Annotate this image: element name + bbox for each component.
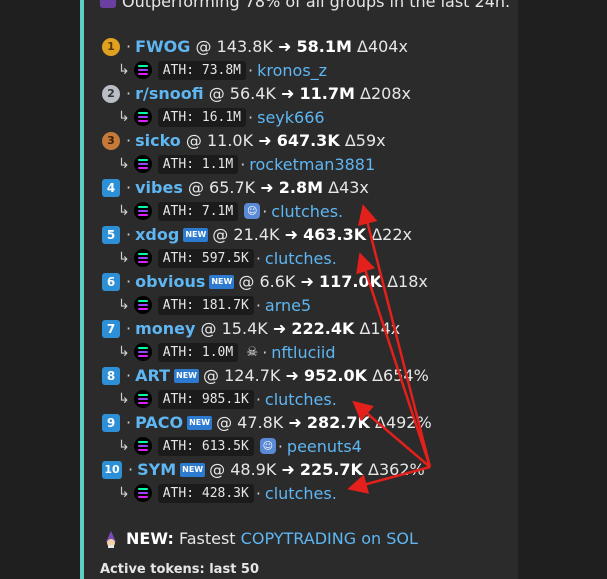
arrow-line (347, 465, 431, 494)
annotation-arrows (347, 204, 432, 494)
arrow-line (356, 252, 432, 468)
arrow-line (358, 204, 432, 468)
